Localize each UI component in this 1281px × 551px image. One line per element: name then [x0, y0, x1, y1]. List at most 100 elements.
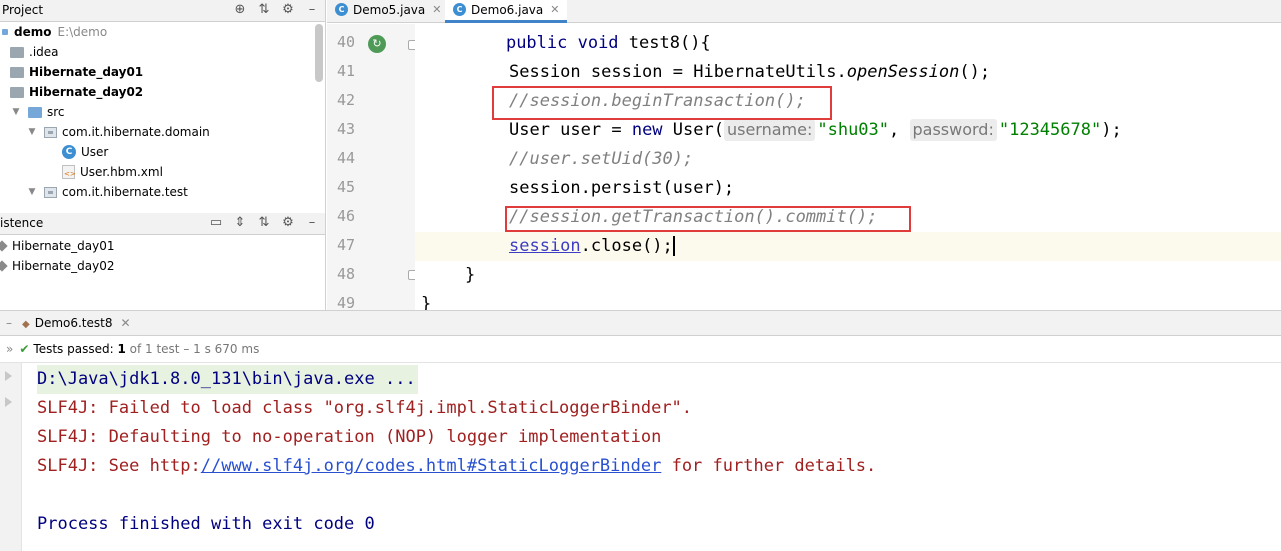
parameter-hint: password:: [909, 119, 997, 141]
tree-item-label: User: [81, 145, 109, 159]
step-icon[interactable]: [5, 397, 12, 407]
line-number: 48: [336, 265, 355, 283]
tab-label: Demo6.java: [471, 3, 544, 17]
code-text: test8(){: [618, 33, 711, 53]
project-path: E:\demo: [57, 25, 108, 39]
expand-icon[interactable]: »: [6, 342, 13, 356]
tree-item-src[interactable]: ▼ src: [0, 102, 315, 122]
console-error-line: SLF4J: Defaulting to no-operation (NOP) …: [37, 427, 662, 447]
class-icon: C: [62, 145, 76, 159]
code-text: User user =: [509, 120, 632, 140]
project-tree: demo E:\demo .idea Hibernate_day01 Hiber…: [0, 22, 315, 202]
console-text: SLF4J: See http:: [37, 456, 201, 476]
locate-icon[interactable]: ⊕: [232, 2, 248, 18]
persistence-item-label: Hibernate_day02: [12, 259, 115, 273]
line-number: 47: [336, 236, 355, 254]
tree-item-hibernate-day01[interactable]: Hibernate_day01: [0, 62, 315, 82]
tree-item-label: com.it.hibernate.domain: [62, 125, 210, 139]
code-text: .close();: [580, 236, 673, 256]
project-panel-title[interactable]: Project: [2, 3, 43, 17]
hide-icon[interactable]: –: [304, 2, 320, 18]
hibernate-icon: [0, 260, 8, 272]
console-output[interactable]: D:\Java\jdk1.8.0_131\bin\java.exe ... SL…: [23, 363, 1281, 551]
tests-passed-label: Tests passed:: [33, 342, 114, 356]
code-line-49: }: [415, 290, 1281, 310]
expand-arrow-icon[interactable]: ▼: [10, 107, 22, 117]
console-link[interactable]: //www.slf4j.org/codes.html#StaticLoggerB…: [201, 456, 662, 476]
persistence-panel-title[interactable]: istence: [0, 216, 43, 230]
module-icon: [10, 66, 24, 78]
code-editor[interactable]: public void test8(){ Session session = H…: [415, 24, 1281, 310]
code-comment: //user.setUid(30);: [509, 149, 694, 169]
persistence-item[interactable]: Hibernate_day01: [0, 236, 114, 256]
code-line-40: public void test8(){: [415, 29, 1281, 58]
test-status-bar: » ✔ Tests passed: 1 of 1 test – 1 s 670 ms: [0, 336, 1281, 363]
tree-item-package-test[interactable]: ▼ com.it.hibernate.test: [0, 182, 315, 202]
ql-console-icon[interactable]: ▭: [208, 215, 224, 231]
run-tab-label: Demo6.test8: [34, 316, 113, 330]
code-line-48: }: [415, 261, 1281, 290]
persistence-item-label: Hibernate_day01: [12, 239, 115, 253]
tree-item-user-hbm-xml[interactable]: User.hbm.xml: [0, 162, 315, 182]
run-tab-demo6-test8[interactable]: ◆ Demo6.test8 ✕: [22, 316, 131, 330]
line-number: 42: [336, 91, 355, 109]
expand-arrow-icon[interactable]: ▼: [26, 187, 38, 197]
tab-demo6-java[interactable]: C Demo6.java ✕: [445, 0, 568, 23]
check-icon: ✔: [19, 342, 30, 356]
console-error-line: SLF4J: Failed to load class "org.slf4j.i…: [37, 398, 693, 418]
collapse-all-icon[interactable]: ⇅: [256, 215, 272, 231]
gear-icon[interactable]: ⚙: [280, 2, 296, 18]
console-error-line: SLF4J: See http://www.slf4j.org/codes.ht…: [37, 452, 876, 481]
code-line-43: User user = new User(username: "shu03", p…: [415, 116, 1281, 145]
persistence-item[interactable]: Hibernate_day02: [0, 256, 114, 276]
source-folder-icon: [28, 106, 42, 118]
console-command-line: D:\Java\jdk1.8.0_131\bin\java.exe ...: [37, 365, 418, 394]
rerun-icon[interactable]: [5, 371, 12, 381]
close-icon[interactable]: ✕: [432, 3, 441, 16]
line-number: 45: [336, 178, 355, 196]
class-icon: C: [453, 3, 466, 16]
tests-summary: of 1 test – 1 s 670 ms: [129, 342, 260, 356]
code-method: openSession: [846, 62, 960, 82]
line-number: 41: [336, 62, 355, 80]
code-string: "12345678": [998, 120, 1102, 140]
code-line-41: Session session = HibernateUtils.openSes…: [415, 58, 1281, 87]
collapse-all-icon[interactable]: ⇅: [256, 2, 272, 18]
package-icon: [44, 186, 57, 198]
console-text: for further details.: [661, 456, 877, 476]
line-number: 40: [336, 33, 355, 51]
folder-icon: [10, 46, 24, 58]
close-icon[interactable]: ✕: [121, 316, 131, 330]
tree-item-demo[interactable]: demo E:\demo: [0, 22, 315, 42]
hibernate-icon: [0, 240, 8, 252]
close-icon[interactable]: ✕: [550, 3, 559, 16]
expand-arrow-icon[interactable]: ▼: [26, 127, 38, 137]
tree-item-idea[interactable]: .idea: [0, 42, 315, 62]
expand-all-icon[interactable]: ⇕: [232, 215, 248, 231]
code-text: ();: [959, 62, 991, 82]
code-line-45: session.persist(user);: [415, 174, 1281, 203]
tab-demo5-java[interactable]: C Demo5.java ✕: [327, 0, 449, 23]
tree-item-user-class[interactable]: C User: [0, 142, 315, 162]
run-test-icon[interactable]: ↻: [368, 35, 386, 53]
line-number: 43: [336, 120, 355, 138]
persistence-panel-header: istence ▭ ⇕ ⇅ ⚙ –: [0, 213, 325, 235]
code-line-44: //user.setUid(30);: [415, 145, 1281, 174]
pin-icon[interactable]: –: [6, 316, 12, 330]
project-scrollbar[interactable]: [315, 24, 323, 82]
line-number: 46: [336, 207, 355, 225]
tree-item-hibernate-day02[interactable]: Hibernate_day02: [0, 82, 315, 102]
code-text: );: [1101, 120, 1122, 140]
package-icon: [44, 126, 57, 138]
code-keyword: public void: [505, 33, 619, 53]
project-panel-header: Project ⊕ ⇅ ⚙ –: [0, 0, 325, 22]
gear-icon[interactable]: ⚙: [280, 215, 296, 231]
tree-item-package-domain[interactable]: ▼ com.it.hibernate.domain: [0, 122, 315, 142]
hide-icon[interactable]: –: [304, 215, 320, 231]
project-icon: [2, 29, 8, 35]
console-gutter: [0, 363, 22, 551]
code-line-47: session.close();: [415, 232, 1281, 261]
tree-item-label: com.it.hibernate.test: [62, 185, 188, 199]
class-icon: C: [335, 3, 348, 16]
run-tab-bar: – ◆ Demo6.test8 ✕: [0, 310, 1281, 336]
